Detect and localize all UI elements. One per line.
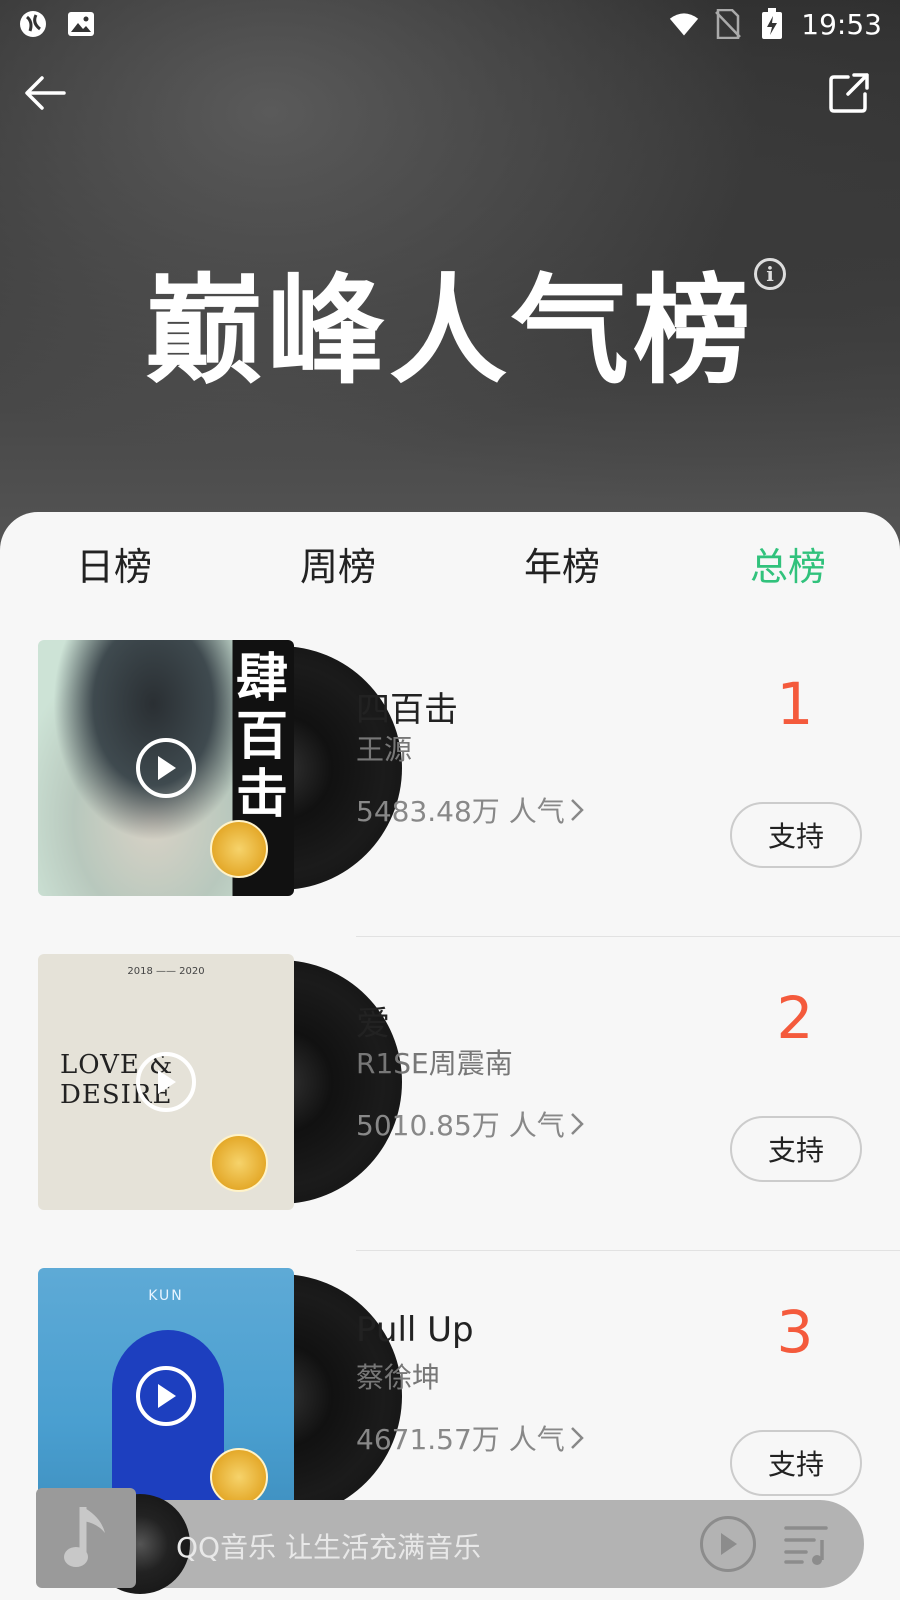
rank-number: 2 — [776, 984, 814, 1052]
popularity-link[interactable]: 4671.57万 人气 — [356, 1418, 585, 1458]
rank-number: 3 — [776, 1298, 814, 1366]
song-artist: 蔡徐坤 — [356, 1361, 441, 1394]
support-button[interactable]: 支持 — [730, 802, 862, 868]
song-artist: 王源 — [356, 733, 413, 766]
support-button[interactable]: 支持 — [730, 1430, 862, 1496]
list-item[interactable]: 肆百击 四百击 王源 5483.48万 人气 1 支持 — [0, 640, 900, 954]
cover-image: 2018 —— 2020 LOVE & DESIRE — [38, 954, 294, 1210]
mini-player-text: QQ音乐 让生活充满音乐 — [176, 1531, 481, 1564]
back-button[interactable] — [20, 68, 70, 118]
popularity-link[interactable]: 5010.85万 人气 — [356, 1104, 585, 1144]
crown-badge-icon — [210, 1134, 268, 1192]
song-title: 爱 — [356, 1004, 390, 1044]
chevron-right-icon — [570, 1427, 584, 1449]
crown-badge-icon — [210, 820, 268, 878]
song-title: 四百击 — [356, 690, 458, 730]
clock-text: 19:53 — [801, 7, 882, 41]
chevron-right-icon — [570, 799, 584, 821]
tab-yearly[interactable]: 年榜 — [502, 536, 622, 591]
popularity-link[interactable]: 5483.48万 人气 — [356, 790, 585, 830]
no-sim-icon — [713, 9, 743, 39]
arrow-left-icon — [25, 76, 66, 110]
battery-charging-icon — [757, 8, 787, 39]
support-button[interactable]: 支持 — [730, 1116, 862, 1182]
play-button[interactable] — [700, 1516, 756, 1572]
cover-text: 肆百击 — [235, 649, 288, 825]
tab-bar: 日榜 周榜 年榜 总榜 — [0, 536, 900, 600]
wifi-icon — [669, 9, 699, 39]
divider — [356, 936, 900, 937]
song-title: Pull Up — [356, 1310, 474, 1350]
play-icon[interactable] — [136, 1052, 196, 1112]
tab-daily[interactable]: 日榜 — [54, 536, 174, 591]
chevron-right-icon — [570, 1113, 584, 1135]
cover-top-text: 2018 —— 2020 — [127, 966, 205, 977]
tab-weekly[interactable]: 周榜 — [278, 536, 398, 591]
rank-number: 1 — [776, 670, 814, 738]
status-bar: 19:53 — [0, 0, 900, 48]
info-icon[interactable]: i — [754, 258, 786, 290]
cover-image: KUN — [38, 1268, 294, 1524]
popularity-text: 4671.57万 人气 — [356, 1423, 565, 1456]
play-icon — [721, 1533, 737, 1555]
play-icon[interactable] — [136, 738, 196, 798]
header-banner: 19:53 巅峰人气榜 i — [0, 0, 900, 560]
image-icon — [66, 9, 96, 39]
album-cover[interactable]: KUN — [38, 1268, 402, 1524]
popularity-text: 5010.85万 人气 — [356, 1109, 565, 1142]
album-cover[interactable]: 肆百击 — [38, 640, 402, 896]
song-artist: R1SE周震南 — [356, 1047, 513, 1080]
playlist-icon — [784, 1526, 828, 1565]
play-icon[interactable] — [136, 1366, 196, 1426]
popularity-text: 5483.48万 人气 — [356, 795, 565, 828]
tab-overall[interactable]: 总榜 — [728, 536, 848, 591]
browser-icon — [18, 9, 48, 39]
divider — [356, 1250, 900, 1251]
share-button[interactable] — [824, 68, 874, 118]
playlist-button[interactable] — [784, 1522, 830, 1566]
mini-player[interactable]: QQ音乐 让生活充满音乐 — [36, 1488, 864, 1594]
share-icon — [829, 73, 869, 113]
list-item[interactable]: 2018 —— 2020 LOVE & DESIRE 爱 R1SE周震南 501… — [0, 954, 900, 1268]
cover-top-text: KUN — [148, 1288, 184, 1304]
album-cover[interactable]: 2018 —— 2020 LOVE & DESIRE — [38, 954, 402, 1210]
cover-image: 肆百击 — [38, 640, 294, 896]
music-note-icon — [36, 1488, 136, 1588]
crown-badge-icon — [210, 1448, 268, 1506]
